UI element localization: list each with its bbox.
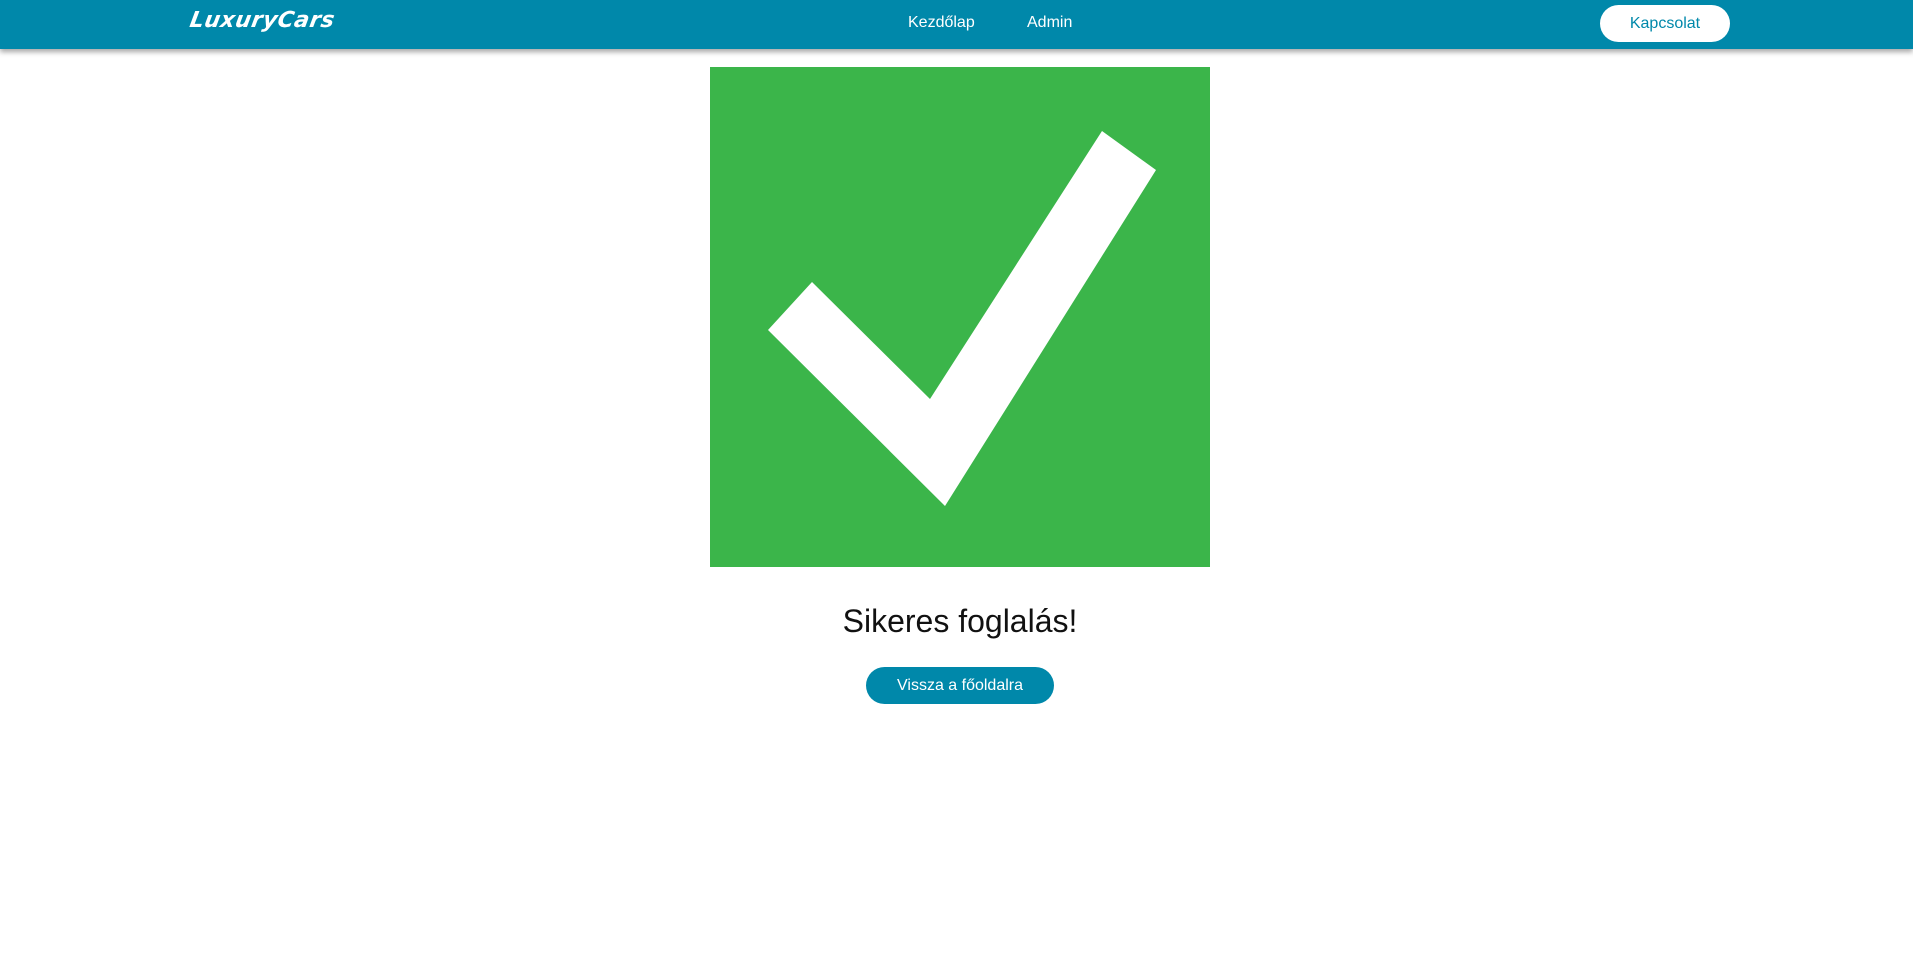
- nav-link-home[interactable]: Kezdőlap: [908, 14, 975, 32]
- contact-button[interactable]: Kapcsolat: [1600, 5, 1730, 42]
- success-title: Sikeres foglalás!: [842, 603, 1078, 639]
- brand-logo[interactable]: LuxuryCars: [188, 8, 337, 33]
- checkmark-icon: [768, 131, 1156, 506]
- success-image: [710, 67, 1210, 567]
- navbar: LuxuryCars Kezdőlap Admin Kapcsolat: [0, 0, 1913, 49]
- back-to-home-button[interactable]: Vissza a főoldalra: [866, 667, 1054, 704]
- nav-link-admin[interactable]: Admin: [1027, 14, 1072, 32]
